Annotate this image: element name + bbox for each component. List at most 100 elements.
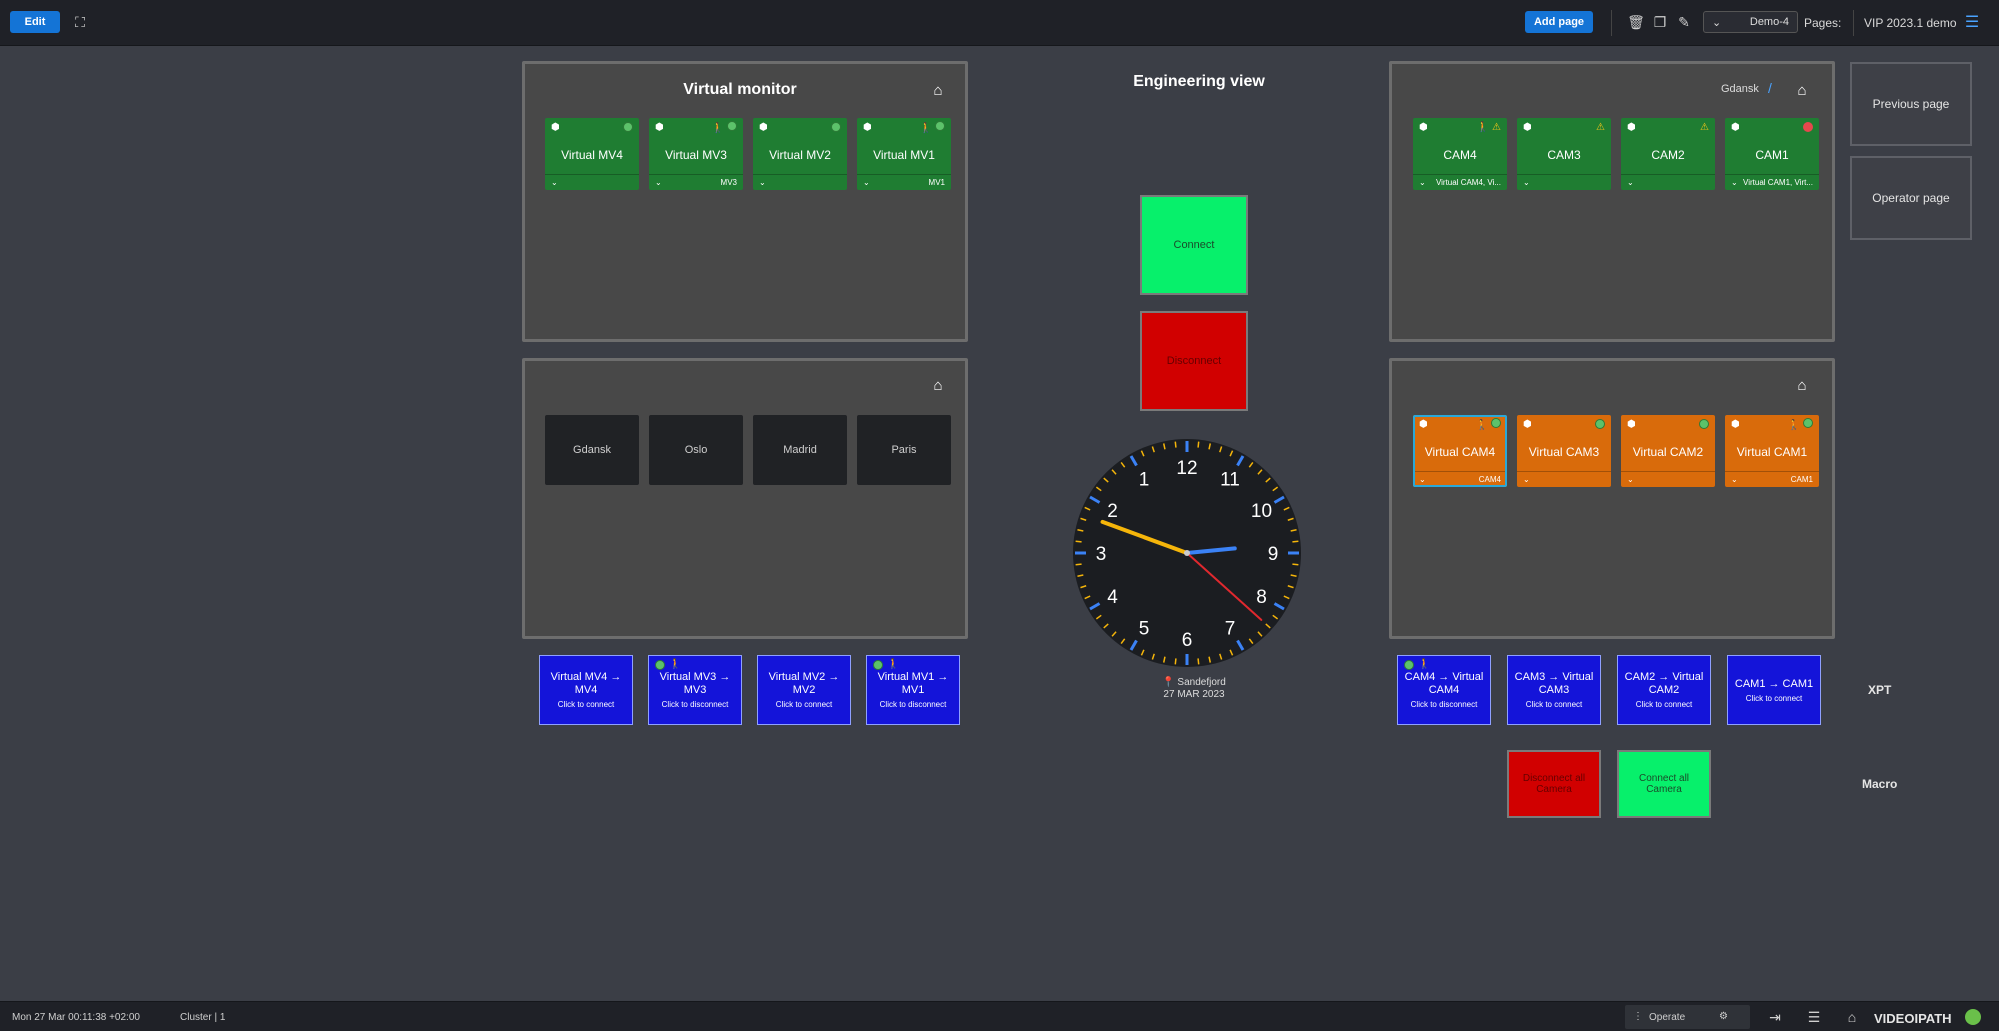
breadcrumb[interactable]: Gdansk	[1721, 83, 1759, 95]
page-select-value: Demo-4	[1749, 16, 1789, 28]
device-tile-virtual-cam4[interactable]: ⬢ 🚶 Virtual CAM4 ⌄ CAM4	[1413, 415, 1507, 487]
tile-sub: Virtual CAM1, Virt...	[1743, 178, 1813, 187]
tile-sub: Virtual CAM4, Vi...	[1435, 178, 1501, 187]
fullscreen-icon[interactable]: ⛶	[71, 13, 89, 31]
chevron-down-icon[interactable]: ⌄	[1523, 475, 1530, 484]
page-select[interactable]: ⌄ Demo-4	[1703, 11, 1798, 33]
device-tile-cam1[interactable]: ⬢ CAM1 ⌄ Virtual CAM1, Virt...	[1725, 118, 1819, 190]
operator-page-button[interactable]: Operator page	[1850, 156, 1972, 240]
device-tile-mv2[interactable]: ⬢ Virtual MV2 ⌄	[753, 118, 847, 190]
xpt-button-mv4[interactable]: Virtual MV4 → MV4 Click to connect	[539, 655, 633, 725]
clock-number: 2	[1107, 501, 1118, 522]
home-icon[interactable]: ⌂	[929, 81, 947, 99]
clock-location-text: Sandefjord	[1177, 677, 1226, 688]
clock-number: 10	[1251, 501, 1272, 522]
previous-page-button[interactable]: Previous page	[1850, 62, 1972, 146]
device-tile-virtual-cam1[interactable]: ⬢ 🚶 Virtual CAM1 ⌄ CAM1	[1725, 415, 1819, 487]
clock-number: 6	[1182, 630, 1193, 651]
chevron-down-icon[interactable]: ⌄	[655, 178, 662, 187]
walk-icon: 🚶	[1476, 121, 1490, 133]
chevron-down-icon[interactable]: ⌄	[551, 178, 558, 187]
device-tile-mv1[interactable]: ⬢ 🚶 Virtual MV1 ⌄ MV1	[857, 118, 951, 190]
home-icon[interactable]: ⌂	[1793, 81, 1811, 99]
home-icon[interactable]: ⌂	[1793, 376, 1811, 394]
device-tile-cam3[interactable]: ⬢ ⚠ CAM3 ⌄	[1517, 118, 1611, 190]
chevron-down-icon[interactable]: ⌄	[1731, 178, 1738, 187]
home-icon[interactable]: ⌂	[1843, 1008, 1861, 1026]
xpt-button-cam2[interactable]: CAM2 → Virtual CAM2 Click to connect	[1617, 655, 1711, 725]
xpt-route: Virtual MV2 → MV2	[768, 671, 840, 696]
tile-name: Virtual MV3	[665, 148, 727, 162]
edit-button[interactable]: Edit	[10, 11, 60, 33]
device-tile-mv4[interactable]: ⬢ Virtual MV4 ⌄	[545, 118, 639, 190]
cube-icon: ⬢	[759, 121, 768, 133]
chevron-down-icon[interactable]: ⌄	[1627, 178, 1634, 187]
xpt-button-mv1[interactable]: 🚶 Virtual MV1 → MV1 Click to disconnect	[866, 655, 960, 725]
device-tile-cam4[interactable]: ⬢ 🚶 ⚠ CAM4 ⌄ Virtual CAM4, Vi...	[1413, 118, 1507, 190]
pencil-icon[interactable]: ✎	[1675, 13, 1693, 31]
chevron-down-icon[interactable]: ⌄	[1419, 178, 1426, 187]
connect-button[interactable]: Connect	[1140, 195, 1248, 295]
cube-icon: ⬢	[1731, 121, 1740, 133]
xpt-route: Virtual MV1 → MV1	[877, 671, 949, 696]
ok-icon	[831, 122, 841, 132]
copy-icon[interactable]: ❐	[1651, 13, 1669, 31]
tile-name: Virtual MV1	[873, 148, 935, 162]
tile-name: CAM1	[1755, 148, 1789, 162]
home-icon[interactable]: ⌂	[929, 376, 947, 394]
xpt-button-mv2[interactable]: Virtual MV2 → MV2 Click to connect	[757, 655, 851, 725]
location-button-gdansk[interactable]: Gdansk	[545, 415, 639, 485]
xpt-button-cam3[interactable]: CAM3 → Virtual CAM3 Click to connect	[1507, 655, 1601, 725]
tile-name: Virtual MV4	[561, 148, 623, 162]
menu-icon[interactable]: ☰	[1805, 1008, 1823, 1026]
device-tile-mv3[interactable]: ⬢ 🚶 Virtual MV3 ⌄ MV3	[649, 118, 743, 190]
xpt-button-mv3[interactable]: 🚶 Virtual MV3 → MV3 Click to disconnect	[648, 655, 742, 725]
clock-number: 1	[1139, 470, 1150, 491]
clock-tick	[1197, 658, 1200, 665]
cameras-panel: ⌂ Gdansk / ⬢ 🚶 ⚠ CAM4 ⌄ Virtual CAM4, Vi..…	[1389, 61, 1835, 342]
disconnect-all-camera-button[interactable]: Disconnect all Camera	[1507, 750, 1601, 818]
xpt-route: CAM4 → Virtual CAM4	[1404, 671, 1484, 696]
clock-number: 7	[1225, 618, 1236, 639]
location-button-paris[interactable]: Paris	[857, 415, 951, 485]
xpt-action: Click to connect	[1635, 700, 1693, 709]
xpt-button-cam4[interactable]: 🚶 CAM4 → Virtual CAM4 Click to disconnec…	[1397, 655, 1491, 725]
more-icon[interactable]: ⋮	[1633, 1011, 1643, 1022]
ok-icon	[873, 659, 883, 670]
tile-name: Virtual CAM2	[1632, 445, 1704, 459]
page-title: Engineering view	[1133, 73, 1265, 90]
walk-icon: 🚶	[1475, 419, 1489, 431]
logout-icon[interactable]: ⇥	[1766, 1008, 1784, 1026]
date-time: Mon 27 Mar 00:11:38 +02:00	[12, 1012, 140, 1023]
chevron-down-icon[interactable]: ⌄	[1419, 475, 1426, 484]
xpt-button-cam1[interactable]: CAM1 → CAM1 Click to connect	[1727, 655, 1821, 725]
chevron-down-icon[interactable]: ⌄	[759, 178, 766, 187]
locations-panel: ⌂ Gdansk Oslo Madrid Paris	[522, 358, 968, 639]
trash-icon[interactable]: 🗑	[1627, 13, 1645, 31]
menu-icon[interactable]: ☰	[1963, 13, 1981, 31]
clock-tick	[1075, 540, 1082, 543]
mode-indicator[interactable]: ⋮ Operate ⚙	[1625, 1005, 1750, 1029]
chevron-down-icon[interactable]: ⌄	[863, 178, 870, 187]
chevron-down-icon[interactable]: ⌄	[1627, 475, 1634, 484]
macro-label: Macro	[1862, 777, 1898, 791]
tile-name: Virtual MV2	[769, 148, 831, 162]
device-tile-virtual-cam3[interactable]: ⬢ Virtual CAM3 ⌄	[1517, 415, 1611, 487]
connect-all-camera-button[interactable]: Connect all Camera	[1617, 750, 1711, 818]
cube-icon: ⬢	[1523, 121, 1532, 133]
bottom-bar: Cluster | 1 Mon 27 Mar 00:11:38 +02:00 ⋮…	[0, 1001, 1999, 1031]
walk-icon: 🚶	[711, 122, 725, 134]
chevron-down-icon[interactable]: ⌄	[1523, 178, 1530, 187]
add-page-button[interactable]: Add page	[1525, 11, 1593, 33]
chevron-down-icon[interactable]: ⌄	[1731, 475, 1738, 484]
location-button-madrid[interactable]: Madrid	[753, 415, 847, 485]
device-tile-cam2[interactable]: ⬢ ⚠ CAM2 ⌄	[1621, 118, 1715, 190]
device-tile-virtual-cam2[interactable]: ⬢ Virtual CAM2 ⌄	[1621, 415, 1715, 487]
disconnect-button[interactable]: Disconnect	[1140, 311, 1248, 411]
xpt-route: Virtual MV3 → MV3	[659, 671, 731, 696]
ok-icon	[655, 659, 665, 670]
pin-icon: 📍	[1162, 677, 1175, 688]
location-button-oslo[interactable]: Oslo	[649, 415, 743, 485]
ok-icon	[1491, 417, 1501, 428]
xpt-route: Virtual MV4 → MV4	[550, 671, 622, 696]
